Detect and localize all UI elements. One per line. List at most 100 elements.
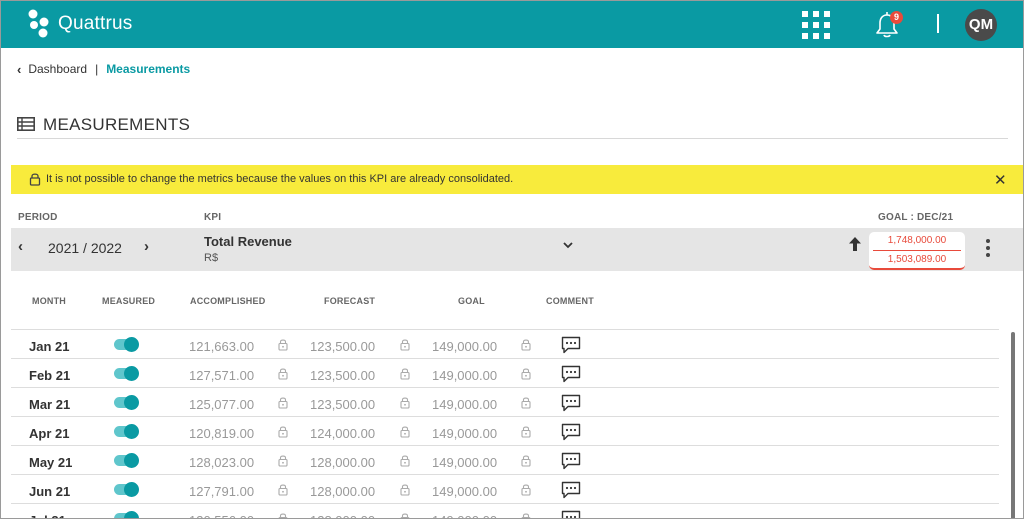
breadcrumb-back-link[interactable]: Dashboard (28, 62, 87, 76)
accomplished-value: 127,791.00 (189, 484, 255, 499)
forecast-value: 123,500.00 (310, 397, 376, 412)
forecast-value: 128,000.00 (310, 513, 375, 518)
period-value: 2021 / 2022 (48, 240, 122, 256)
toggle-knob (124, 511, 139, 518)
kpi-unit: R$ (204, 252, 219, 264)
lock-icon (521, 454, 531, 467)
measured-toggle[interactable] (114, 395, 139, 410)
goal-value: 1,748,000.00 (887, 235, 947, 246)
chevron-left-icon[interactable]: ‹ (17, 62, 21, 77)
accomplished-value: 125,077.00 (189, 397, 255, 412)
lock-icon (521, 483, 531, 496)
col-measured: MEASURED (102, 296, 156, 306)
lock-icon (29, 173, 41, 186)
forecast-value: 124,000.00 (310, 426, 376, 441)
toggle-knob (124, 453, 139, 468)
goal-summary: 1,748,000.00 1,503,089.00 (869, 232, 965, 270)
lock-icon (400, 454, 410, 467)
goal-value: 149,000.00 (432, 397, 498, 412)
arrow-up-icon (849, 237, 861, 251)
goal-value: 149,000.00 (432, 513, 497, 518)
prev-period-button[interactable]: ‹ (18, 238, 23, 255)
actual-value: 1,503,089.00 (887, 254, 947, 265)
row-month: Mar 21 (29, 397, 71, 412)
app-frame: Quattrus 9 QM ‹ Dashboard | Measurements… (0, 0, 1024, 519)
next-period-button[interactable]: › (144, 238, 149, 255)
notification-badge: 9 (890, 11, 903, 24)
measured-toggle[interactable] (114, 482, 139, 497)
lock-icon (521, 338, 531, 351)
toggle-knob (124, 366, 139, 381)
comment-icon[interactable] (561, 423, 581, 441)
col-goal: GOAL (458, 296, 485, 306)
goal-value: 149,000.00 (432, 426, 498, 441)
goal-value: 149,000.00 (432, 368, 498, 383)
lock-icon (278, 367, 288, 380)
toggle-knob (124, 482, 139, 497)
measured-toggle[interactable] (114, 453, 139, 468)
comment-icon[interactable] (561, 336, 581, 354)
comment-icon[interactable] (561, 481, 581, 499)
row-month: Jul 21 (29, 513, 66, 518)
lock-icon (400, 483, 410, 496)
chevron-down-icon[interactable] (562, 239, 574, 251)
measured-toggle[interactable] (114, 424, 139, 439)
forecast-value: 123,500.00 (310, 368, 376, 383)
comment-icon[interactable] (561, 510, 581, 518)
lock-icon (400, 367, 410, 380)
accomplished-value: 120,819.00 (189, 426, 255, 441)
kpi-header: KPI (204, 212, 222, 223)
goal-header: GOAL : DEC/21 (878, 212, 954, 223)
table-row: May 21 128,023.00 128,000.00 149,000.00 (11, 445, 999, 474)
lock-icon (400, 425, 410, 438)
lock-icon (400, 512, 410, 518)
lock-icon (521, 512, 531, 518)
toggle-knob (124, 337, 139, 352)
top-bar: Quattrus 9 QM (1, 1, 1023, 48)
apps-grid-icon[interactable] (802, 11, 830, 39)
alert-message: It is not possible to change the metrics… (46, 173, 514, 185)
table-row: Jun 21 127,791.00 128,000.00 149,000.00 (11, 474, 999, 503)
row-month: Jun 21 (29, 484, 71, 499)
scrollbar[interactable] (1011, 332, 1015, 518)
lock-icon (278, 396, 288, 409)
row-month: Jan 21 (29, 339, 70, 354)
quattrus-logo-icon[interactable] (27, 8, 59, 40)
lock-icon (521, 396, 531, 409)
accomplished-value: 121,663.00 (189, 339, 255, 354)
lock-icon (521, 367, 531, 380)
forecast-value: 123,500.00 (310, 339, 376, 354)
page-title: MEASUREMENTS (43, 115, 191, 134)
avatar[interactable]: QM (965, 9, 997, 41)
consolidated-alert: It is not possible to change the metrics… (11, 165, 1023, 194)
comment-icon[interactable] (561, 394, 581, 412)
goal-value: 149,000.00 (432, 339, 498, 354)
goal-value: 149,000.00 (432, 484, 498, 499)
measured-toggle[interactable] (114, 511, 139, 518)
kpi-bar: ‹ 2021 / 2022 › Total Revenue R$ 1,748,0… (11, 228, 1023, 271)
measured-toggle[interactable] (114, 337, 139, 352)
accomplished-value: 128,023.00 (189, 455, 255, 470)
accomplished-value: 127,571.00 (189, 368, 255, 383)
forecast-value: 128,000.00 (310, 484, 376, 499)
kpi-name[interactable]: Total Revenue (204, 234, 292, 249)
measured-toggle[interactable] (114, 366, 139, 381)
app-name[interactable]: Quattrus (58, 13, 132, 35)
col-comment: COMMENT (546, 296, 594, 306)
table-row: Feb 21 127,571.00 123,500.00 149,000.00 (11, 358, 999, 387)
comment-icon[interactable] (561, 452, 581, 470)
toggle-knob (124, 395, 139, 410)
row-month: Feb 21 (29, 368, 71, 383)
goal-value: 149,000.00 (432, 455, 498, 470)
breadcrumb-current: Measurements (106, 62, 191, 76)
table-row: Jul 21 130,556.00 128,000.00 149,000.00 (11, 503, 999, 518)
kebab-menu-icon[interactable] (986, 239, 990, 257)
topbar-divider (937, 14, 939, 33)
table-row: Apr 21 120,819.00 124,000.00 149,000.00 (11, 416, 999, 445)
forecast-value: 128,000.00 (310, 455, 376, 470)
close-icon[interactable]: ✕ (994, 171, 1007, 189)
toggle-knob (124, 424, 139, 439)
lock-icon (278, 338, 288, 351)
comment-icon[interactable] (561, 365, 581, 383)
period-header: PERIOD (18, 212, 58, 223)
